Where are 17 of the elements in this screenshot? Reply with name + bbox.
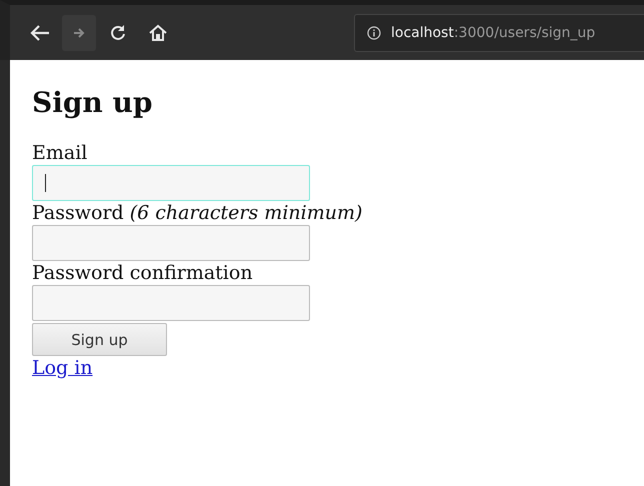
url-host: localhost xyxy=(391,24,454,40)
url-path: :3000/users/sign_up xyxy=(454,24,596,40)
field-label: Password confirmation xyxy=(32,261,254,285)
reload-icon xyxy=(109,24,127,42)
input-field[interactable] xyxy=(32,165,310,201)
back-arrow-icon xyxy=(29,24,51,42)
page-heading: Sign up xyxy=(32,86,154,119)
field-label: Password (6 characters minimum) xyxy=(32,201,362,225)
input-field[interactable] xyxy=(32,225,310,261)
field-label: Email xyxy=(32,141,88,165)
log-in-link[interactable]: Log in xyxy=(32,356,93,380)
address-bar[interactable]: localhost:3000/users/sign_up xyxy=(354,14,644,52)
forward-arrow-icon xyxy=(73,26,85,38)
info-icon xyxy=(367,26,381,40)
home-icon xyxy=(148,24,168,42)
input-field[interactable] xyxy=(32,285,310,321)
sign-up-button[interactable]: Sign up xyxy=(32,323,167,356)
